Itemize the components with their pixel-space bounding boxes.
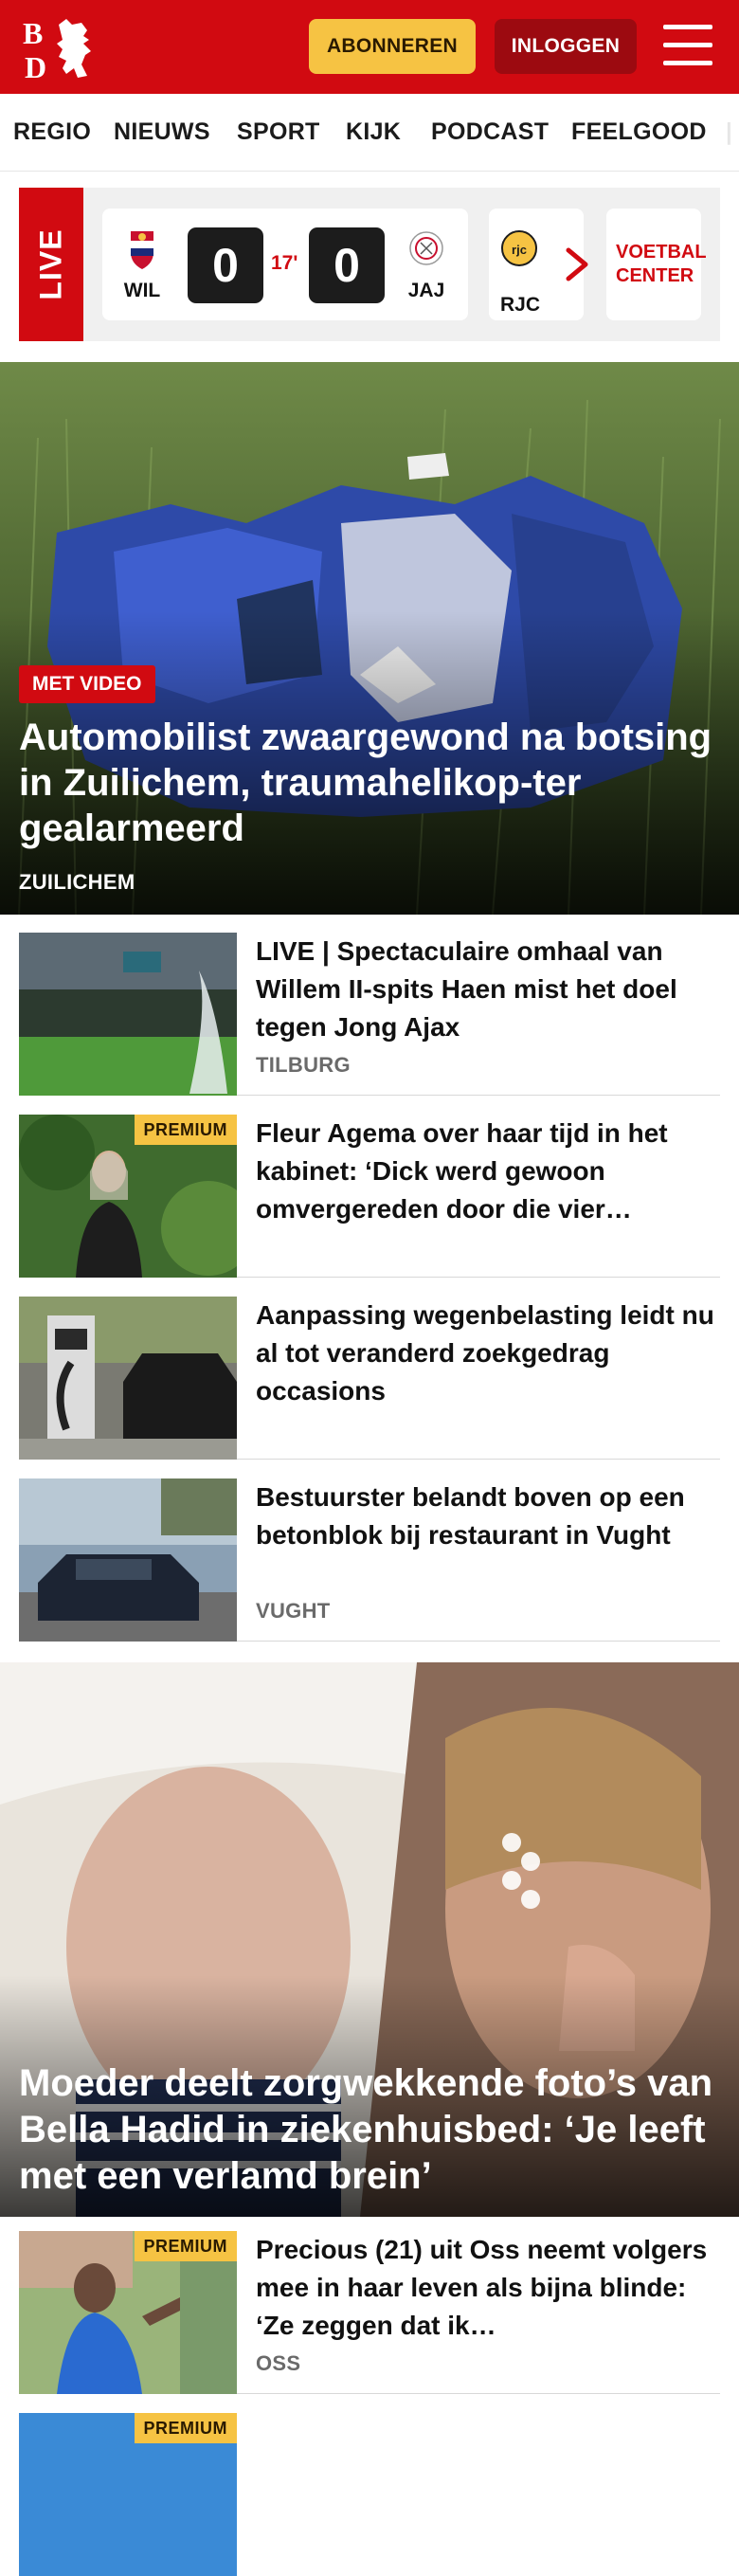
list-item[interactable]: Bestuurster belandt boven op een betonbl… [19, 1478, 720, 1642]
hero-article-2[interactable]: Moeder deelt zorgwekkende foto’s van Bel… [0, 1662, 739, 2217]
ajax-logo-icon [409, 231, 443, 265]
voetbal-center-link[interactable]: VOETBAL CENTER [606, 209, 707, 320]
nav-fade [711, 94, 739, 171]
nav-item-kijk[interactable]: KIJK [346, 118, 401, 146]
menu-icon[interactable] [663, 25, 712, 66]
premium-badge: PREMIUM [134, 2231, 237, 2261]
video-badge: MET VIDEO [19, 665, 155, 703]
svg-text:B: B [23, 16, 43, 50]
match-minute: 17' [271, 252, 298, 274]
hero2-title[interactable]: Moeder deelt zorgwekkende foto’s van Bel… [19, 2060, 730, 2200]
site-header: B D BD ABONNEREN INLOGGEN [0, 0, 739, 94]
svg-text:rjc: rjc [512, 243, 527, 257]
article-title[interactable]: Precious (21) uit Oss neemt volgers mee … [256, 2231, 720, 2345]
away-team: JAJ [398, 227, 455, 302]
away-score: 0 [309, 227, 385, 303]
next-team-name: RJC [500, 294, 541, 316]
nav-item-feelgood[interactable]: FEELGOOD [571, 118, 707, 146]
subscribe-button[interactable]: ABONNEREN [309, 19, 476, 74]
article-thumbnail [19, 933, 237, 1096]
article-title[interactable]: LIVE | Spectaculaire omhaal van Willem I… [256, 933, 720, 1046]
main-nav: REGIO NIEUWS SPORT KIJK PODCAST FEELGOOD… [0, 94, 739, 172]
premium-badge: PREMIUM [134, 2413, 237, 2443]
list-item[interactable]: PREMIUM [19, 2413, 720, 2576]
nav-item-nieuws[interactable]: NIEUWS [114, 118, 210, 146]
article-thumbnail: PREMIUM [19, 2231, 237, 2394]
list-item[interactable]: PREMIUM Precious (21) uit Oss neemt volg… [19, 2231, 720, 2394]
article-title[interactable]: Aanpassing wegenbelasting leidt nu al to… [256, 1297, 720, 1410]
article-title[interactable]: Bestuurster belandt boven op een betonbl… [256, 1478, 720, 1554]
article-thumbnail: PREMIUM [19, 1115, 237, 1278]
article-title[interactable]: Fleur Agema over haar tijd in het kabine… [256, 1115, 720, 1228]
nav-item-sport[interactable]: SPORT [237, 118, 320, 146]
nav-item-regio[interactable]: REGIO [13, 118, 91, 146]
list-item[interactable]: LIVE | Spectaculaire omhaal van Willem I… [19, 933, 720, 1096]
article-thumbnail: PREMIUM [19, 2413, 237, 2576]
login-button[interactable]: INLOGGEN [495, 19, 637, 74]
article-thumbnail [19, 1297, 237, 1460]
chevron-right-icon[interactable] [559, 243, 597, 286]
hero-article[interactable]: MET VIDEO Automobilist zwaargewond na bo… [0, 362, 739, 915]
nav-item-podcast[interactable]: PODCAST [431, 118, 549, 146]
match-card[interactable]: WIL 0 17' 0 JAJ [102, 209, 468, 320]
home-score: 0 [188, 227, 263, 303]
article-location: VUGHT [256, 1599, 331, 1623]
home-team: WIL [114, 227, 171, 302]
bd-logo[interactable]: B D BD [21, 15, 108, 82]
article-location: TILBURG [256, 1053, 351, 1077]
list-item[interactable]: PREMIUM Fleur Agema over haar tijd in he… [19, 1115, 720, 1278]
rjc-logo-icon: rjc [501, 230, 537, 266]
willem-ii-logo-icon [131, 231, 153, 269]
hero-title[interactable]: Automobilist zwaargewond na botsing in Z… [19, 715, 725, 851]
live-tag: LIVE [19, 188, 83, 341]
list-item[interactable]: Aanpassing wegenbelasting leidt nu al to… [19, 1297, 720, 1460]
hero-location: ZUILICHEM [19, 870, 135, 894]
svg-text:D: D [25, 50, 46, 82]
premium-badge: PREMIUM [134, 1115, 237, 1145]
article-location: OSS [256, 2351, 301, 2375]
live-scores-strip: LIVE WIL 0 17' 0 JAJ rjc RJC VOETBAL CEN… [19, 188, 720, 341]
article-thumbnail [19, 1478, 237, 1642]
